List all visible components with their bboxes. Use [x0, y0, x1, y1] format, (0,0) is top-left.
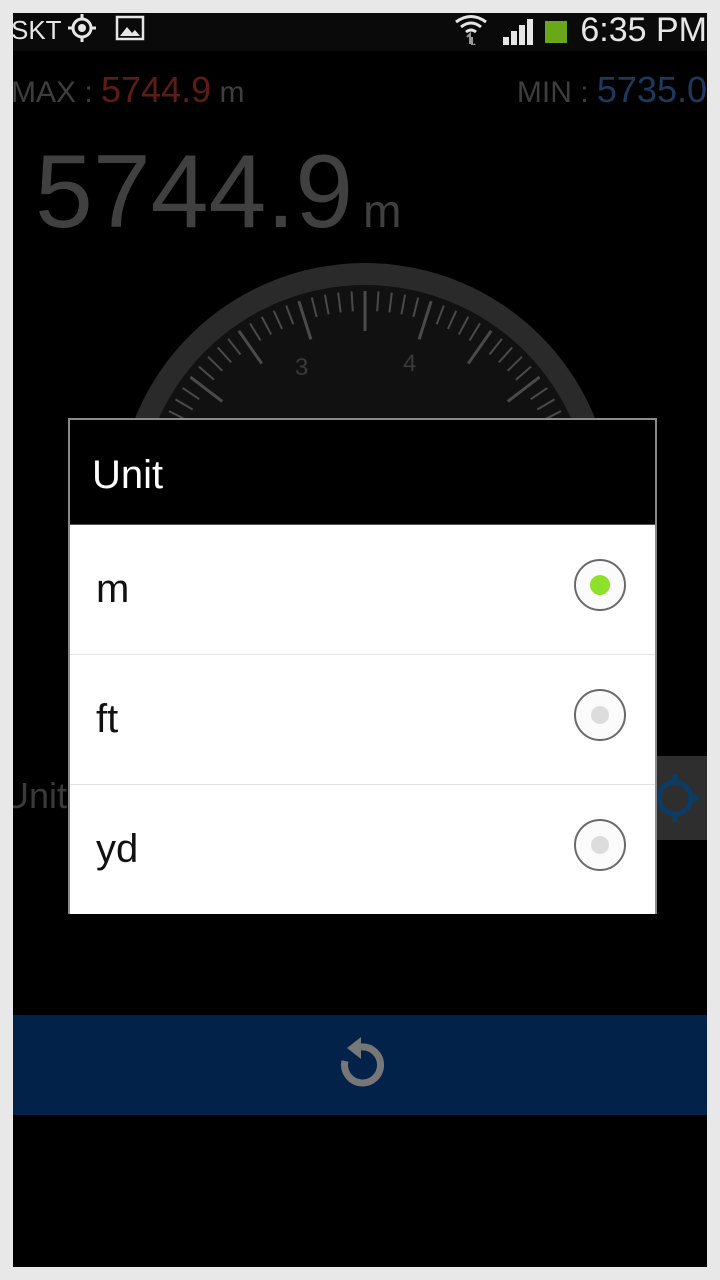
gps-icon — [68, 14, 96, 42]
min-label: MIN : — [516, 76, 597, 109]
battery-icon — [545, 21, 567, 43]
locate-icon — [653, 774, 699, 822]
unit-setting-label[interactable]: Unit — [13, 775, 67, 817]
dialog-title: Unit — [70, 420, 655, 525]
gauge-label-4: 4 — [403, 350, 416, 377]
radio-button[interactable] — [574, 819, 626, 871]
picture-icon — [115, 15, 145, 41]
gauge-tick — [376, 291, 380, 312]
min-readout: MIN : 5735.0 — [517, 69, 707, 111]
radio-dot — [591, 836, 609, 854]
reset-icon — [341, 1037, 385, 1087]
unit-option-label: ft — [96, 697, 119, 741]
locate-button[interactable] — [653, 756, 707, 840]
radio-dot — [590, 575, 610, 595]
unit-option-m[interactable]: m — [70, 525, 655, 655]
unit-dialog: Unit m ft yd — [68, 418, 657, 914]
gauge-tick — [350, 291, 354, 312]
current-altitude-value: 5744.9 — [35, 134, 354, 250]
carrier-label: SKT — [13, 15, 62, 45]
max-label: MAX : — [13, 76, 102, 109]
signal-icon — [503, 19, 533, 45]
unit-option-label: yd — [96, 827, 139, 871]
gauge-label-3: 3 — [295, 354, 308, 381]
current-altitude-unit: m — [363, 185, 402, 237]
clock: 6:35 PM — [580, 13, 707, 49]
max-readout: MAX : 5744.9 m — [13, 69, 244, 111]
wifi-icon — [455, 15, 487, 45]
radio-button-selected[interactable] — [574, 559, 626, 611]
unit-option-yd[interactable]: yd — [70, 785, 655, 914]
max-value: 5744.9 — [101, 69, 212, 110]
status-bar: SKT 6:35 PM — [13, 13, 707, 51]
radio-dot — [591, 706, 609, 724]
screen: SKT 6:35 PM MAX : 5744.9 m MIN: 5735.0 … — [13, 13, 707, 1267]
current-altitude: 5744.9 m — [35, 133, 401, 252]
max-unit: m — [219, 76, 245, 109]
radio-button[interactable] — [574, 689, 626, 741]
min-value: 5735.0 — [596, 69, 707, 110]
unit-option-label: m — [96, 567, 130, 611]
unit-option-ft[interactable]: ft — [70, 655, 655, 785]
reset-button[interactable] — [13, 1015, 707, 1115]
